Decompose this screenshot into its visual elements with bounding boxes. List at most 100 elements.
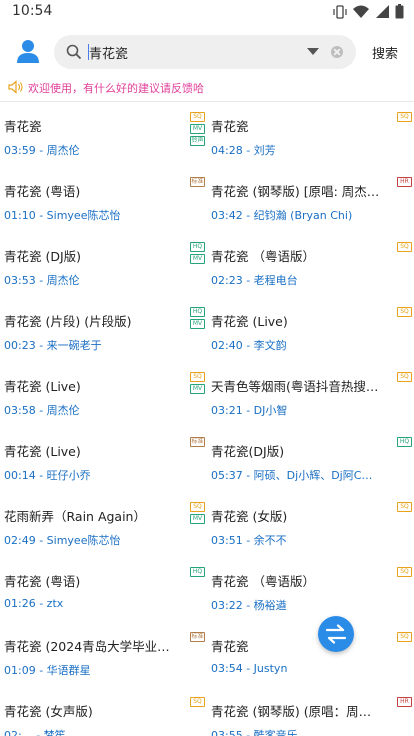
- notice-bar[interactable]: 欢迎使用，有什么好的建议请反馈哈: [0, 76, 414, 98]
- song-item[interactable]: 青花瓷 (Live) 00:14 - 旺仔小乔 标准: [4, 429, 211, 489]
- status-time: 10:54: [12, 3, 53, 19]
- separator: -: [35, 144, 47, 157]
- quality-badges: HQ MV: [190, 307, 205, 329]
- quality-badges: SQ MV: [190, 372, 205, 394]
- separator: -: [35, 209, 47, 222]
- song-meta: 03:21 - DJ小智: [211, 402, 287, 418]
- song-title: 青花瓷: [4, 119, 42, 134]
- song-item[interactable]: 青花瓷 (钢琴版) [原唱: 周杰伦] 03:42 - 纪钧瀚 (Bryan Ch…: [211, 169, 414, 229]
- header: 青花瓷 搜索: [0, 30, 414, 74]
- user-icon[interactable]: [15, 38, 41, 64]
- quality-badge: SQ: [397, 112, 412, 122]
- quality-badges: SQ MV: [190, 502, 205, 524]
- song-meta: 03:51 - 余不不: [211, 532, 287, 548]
- song-artist: 酷客音乐: [253, 729, 298, 736]
- song-title: 天青色等烟雨(粤语抖音热搜…: [211, 379, 379, 394]
- quality-badges: SQ: [397, 632, 412, 642]
- song-artist: 李文韵: [253, 339, 287, 352]
- song-artist: Justyn: [253, 662, 288, 675]
- search-input[interactable]: 青花瓷: [89, 43, 128, 62]
- song-meta: 01:26 - ztx: [4, 597, 63, 610]
- separator: -: [242, 209, 254, 222]
- song-item[interactable]: 青花瓷 04:28 - 刘芳 SQ: [211, 104, 414, 164]
- quality-badges: SQ: [397, 242, 412, 252]
- quality-badge: SQ: [190, 502, 205, 512]
- song-item[interactable]: 青花瓷 03:59 - 周杰伦 SQ MV 铃声: [4, 104, 211, 164]
- song-artist: 旺仔小乔: [46, 469, 91, 482]
- song-duration: 03:42: [211, 209, 243, 222]
- song-item[interactable]: 天青色等烟雨(粤语抖音热搜… 03:21 - DJ小智 SQ: [211, 364, 414, 424]
- quality-badges: HQ MV: [190, 242, 205, 264]
- song-item[interactable]: 青花瓷 （粤语版） 03:22 - 杨裕遒 SQ: [211, 559, 414, 619]
- song-item[interactable]: 青花瓷 (片段) (片段版) 00:23 - 来一碗老于 HQ MV: [4, 299, 211, 359]
- song-duration: 03:59: [4, 144, 36, 157]
- separator: -: [242, 662, 254, 675]
- song-item[interactable]: 青花瓷 (女版) 03:51 - 余不不 SQ: [211, 494, 414, 554]
- song-duration: 02:23: [211, 274, 243, 287]
- separator: -: [35, 597, 47, 610]
- song-meta: 00:14 - 旺仔小乔: [4, 467, 91, 483]
- song-artist: 梦笙: [43, 729, 66, 736]
- song-item[interactable]: 青花瓷 (DJ版) 03:53 - 周杰伦 HQ MV: [4, 234, 211, 294]
- quality-badge: HR: [397, 177, 412, 187]
- song-title: 青花瓷 (粤语): [4, 184, 81, 199]
- song-item[interactable]: 青花瓷 (女声版) 02:… - 梦笙 SQ: [4, 689, 211, 736]
- quality-badges: 标准: [190, 632, 205, 642]
- quality-badges: SQ MV 铃声: [190, 112, 205, 146]
- dropdown-arrow-icon[interactable]: [307, 48, 319, 55]
- song-meta: 03:53 - 周杰伦: [4, 272, 80, 288]
- quality-badge: SQ: [397, 502, 412, 512]
- song-item[interactable]: 青花瓷 (粤语) 01:26 - ztx HQ: [4, 559, 211, 619]
- song-duration: 03:21: [211, 404, 243, 417]
- song-artist: Simyee陈芯怡: [46, 534, 121, 547]
- song-artist: 阿硕、Dj小辉、Dj阿C、…: [253, 469, 381, 482]
- quality-badge: SQ: [397, 307, 412, 317]
- separator: -: [35, 534, 47, 547]
- separator: -: [35, 664, 47, 677]
- quality-badge: MV: [190, 124, 205, 134]
- divider: [0, 101, 414, 102]
- song-item[interactable]: 青花瓷(DJ版) 05:37 - 阿硕、Dj小辉、Dj阿C、… HQ: [211, 429, 414, 489]
- song-title: 青花瓷 （粤语版）: [211, 574, 315, 589]
- song-artist: 来一碗老于: [46, 339, 102, 352]
- separator: -: [242, 534, 254, 547]
- song-artist: Simyee陈芯怡: [46, 209, 121, 222]
- song-title: 青花瓷 (片段) (片段版): [4, 314, 132, 329]
- search-bar[interactable]: 青花瓷: [54, 35, 356, 69]
- song-title: 青花瓷 (女版): [211, 509, 288, 524]
- song-title: 青花瓷 (钢琴版) (原唱：周杰…: [211, 704, 381, 719]
- quality-badge: 铃声: [190, 136, 205, 146]
- song-item[interactable]: 青花瓷 (Live) 03:58 - 周杰伦 SQ MV: [4, 364, 211, 424]
- song-artist: 纪钧瀚 (Bryan Chi): [253, 209, 353, 222]
- song-item[interactable]: 青花瓷 (Live) 02:40 - 李文韵 SQ: [211, 299, 414, 359]
- song-item[interactable]: 青花瓷 03:54 - Justyn SQ: [211, 624, 414, 684]
- quality-badges: SQ: [397, 372, 412, 382]
- song-item[interactable]: 青花瓷 (钢琴版) (原唱：周杰… 03:55 - 酷客音乐 HR: [211, 689, 414, 736]
- quality-badge: MV: [190, 514, 205, 524]
- swap-button[interactable]: [318, 616, 354, 652]
- song-artist: ztx: [46, 597, 64, 610]
- song-item[interactable]: 花雨新弄（Rain Again） 02:49 - Simyee陈芯怡 SQ MV: [4, 494, 211, 554]
- song-item[interactable]: 青花瓷 （粤语版） 02:23 - 老程电台 SQ: [211, 234, 414, 294]
- song-title: 花雨新弄（Rain Again）: [4, 509, 146, 524]
- song-artist: 老程电台: [253, 274, 298, 287]
- quality-badges: SQ: [397, 502, 412, 512]
- search-button[interactable]: 搜索: [372, 43, 398, 62]
- song-artist: 华语群星: [46, 664, 91, 677]
- song-meta: 02:49 - Simyee陈芯怡: [4, 532, 120, 548]
- separator: -: [32, 729, 44, 736]
- notice-text: 欢迎使用，有什么好的建议请反馈哈: [28, 82, 204, 95]
- separator: -: [35, 404, 47, 417]
- quality-badge: HQ: [190, 307, 205, 317]
- battery-icon: [395, 4, 404, 19]
- song-item[interactable]: 青花瓷 (粤语) 01:10 - Simyee陈芯怡 标准: [4, 169, 211, 229]
- song-duration: 03:54: [211, 662, 243, 675]
- song-title: 青花瓷 （粤语版）: [211, 249, 315, 264]
- clear-icon[interactable]: [331, 46, 343, 58]
- song-item[interactable]: 青花瓷 (2024青岛大学毕业典… 01:09 - 华语群星 标准: [4, 624, 211, 684]
- quality-badge: HR: [397, 697, 412, 707]
- song-duration: 03:55: [211, 729, 243, 736]
- quality-badge: MV: [190, 384, 205, 394]
- song-meta: 00:23 - 来一碗老于: [4, 337, 102, 353]
- quality-badge: HQ: [397, 437, 412, 447]
